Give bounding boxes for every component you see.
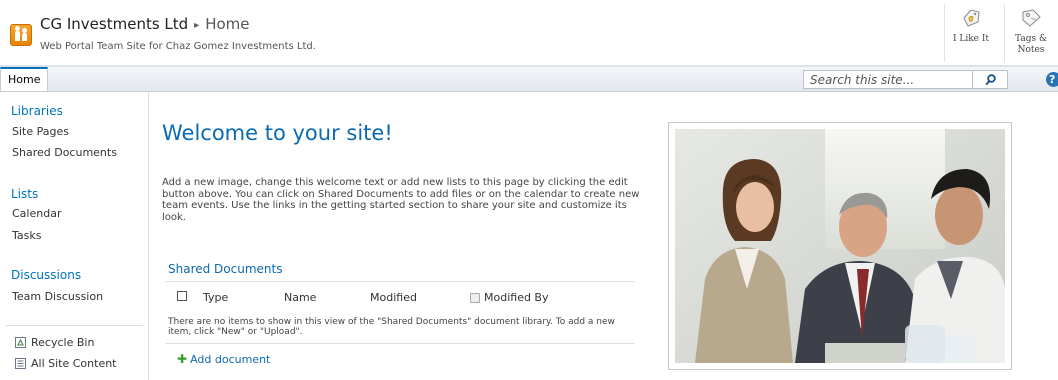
recycle-bin-link[interactable]: Recycle Bin bbox=[14, 336, 94, 349]
nav-item-calendar[interactable]: Calendar bbox=[12, 207, 61, 220]
add-document-label: Add document bbox=[190, 353, 271, 366]
shared-documents-column-headers: Type Name Modified Modified By bbox=[165, 288, 635, 306]
welcome-photo bbox=[675, 129, 1005, 363]
shared-documents-web-part-title[interactable]: Shared Documents bbox=[168, 262, 282, 276]
tag-icon bbox=[1022, 9, 1041, 27]
tags-and-notes-button[interactable]: Tags & Notes bbox=[1006, 6, 1056, 56]
column-header-name[interactable]: Name bbox=[284, 291, 316, 304]
nav-item-shared-documents[interactable]: Shared Documents bbox=[12, 146, 117, 159]
empty-library-message: There are no items to show in this view … bbox=[168, 317, 615, 337]
top-navigation-bar: Home ? bbox=[0, 66, 1058, 92]
welcome-image-frame bbox=[668, 122, 1012, 370]
column-header-modified-by[interactable]: Modified By bbox=[484, 291, 549, 304]
divider bbox=[1004, 4, 1005, 62]
help-button[interactable]: ? bbox=[1046, 72, 1058, 87]
search-input[interactable] bbox=[803, 70, 973, 89]
column-filter-checkbox bbox=[470, 293, 480, 303]
add-document-link[interactable]: ✚ Add document bbox=[177, 352, 270, 366]
select-all-checkbox[interactable] bbox=[177, 291, 187, 301]
nav-item-tasks[interactable]: Tasks bbox=[12, 229, 41, 242]
thumbs-up-icon bbox=[963, 9, 980, 27]
divider bbox=[165, 281, 635, 282]
all-site-content-label: All Site Content bbox=[31, 357, 117, 370]
all-site-content-icon bbox=[15, 358, 26, 369]
team-site-logo-icon[interactable] bbox=[10, 24, 32, 46]
tags-notes-label-line2: Notes bbox=[1017, 45, 1045, 55]
breadcrumb-current-page: Home bbox=[205, 15, 250, 33]
breadcrumb-separator: ▸ bbox=[194, 20, 200, 31]
quick-launch: Libraries Site Pages Shared Documents Li… bbox=[0, 92, 149, 380]
title-area: CG Investments Ltd ▸ Home Web Portal Team … bbox=[0, 0, 1058, 66]
i-like-it-label: I Like It bbox=[952, 34, 990, 44]
nav-item-site-pages[interactable]: Site Pages bbox=[12, 125, 69, 138]
breadcrumb: CG Investments Ltd ▸ Home bbox=[40, 15, 250, 33]
all-site-content-link[interactable]: All Site Content bbox=[14, 357, 117, 370]
tab-home[interactable]: Home bbox=[0, 67, 49, 91]
divider bbox=[165, 343, 635, 344]
divider bbox=[944, 4, 945, 62]
recycle-bin-icon bbox=[15, 337, 26, 348]
page-title: Welcome to your site! bbox=[162, 121, 393, 145]
nav-heading-libraries[interactable]: Libraries bbox=[11, 104, 63, 118]
search-icon bbox=[985, 74, 996, 86]
nav-item-team-discussion[interactable]: Team Discussion bbox=[12, 290, 103, 303]
search-button[interactable] bbox=[973, 70, 1008, 89]
site-title-link[interactable]: CG Investments Ltd bbox=[40, 15, 188, 33]
column-header-type[interactable]: Type bbox=[203, 291, 228, 304]
tags-notes-label-line1: Tags & bbox=[1015, 34, 1047, 44]
nav-heading-discussions[interactable]: Discussions bbox=[11, 268, 81, 282]
welcome-text: Add a new image, change this welcome tex… bbox=[162, 177, 640, 223]
divider bbox=[6, 325, 143, 326]
recycle-bin-label: Recycle Bin bbox=[31, 336, 95, 349]
i-like-it-button[interactable]: I Like It bbox=[946, 6, 996, 45]
plus-icon: ✚ bbox=[177, 352, 188, 366]
nav-heading-lists[interactable]: Lists bbox=[11, 187, 38, 201]
column-header-modified[interactable]: Modified bbox=[370, 291, 417, 304]
site-description: Web Portal Team Site for Chaz Gomez Inve… bbox=[40, 41, 316, 52]
